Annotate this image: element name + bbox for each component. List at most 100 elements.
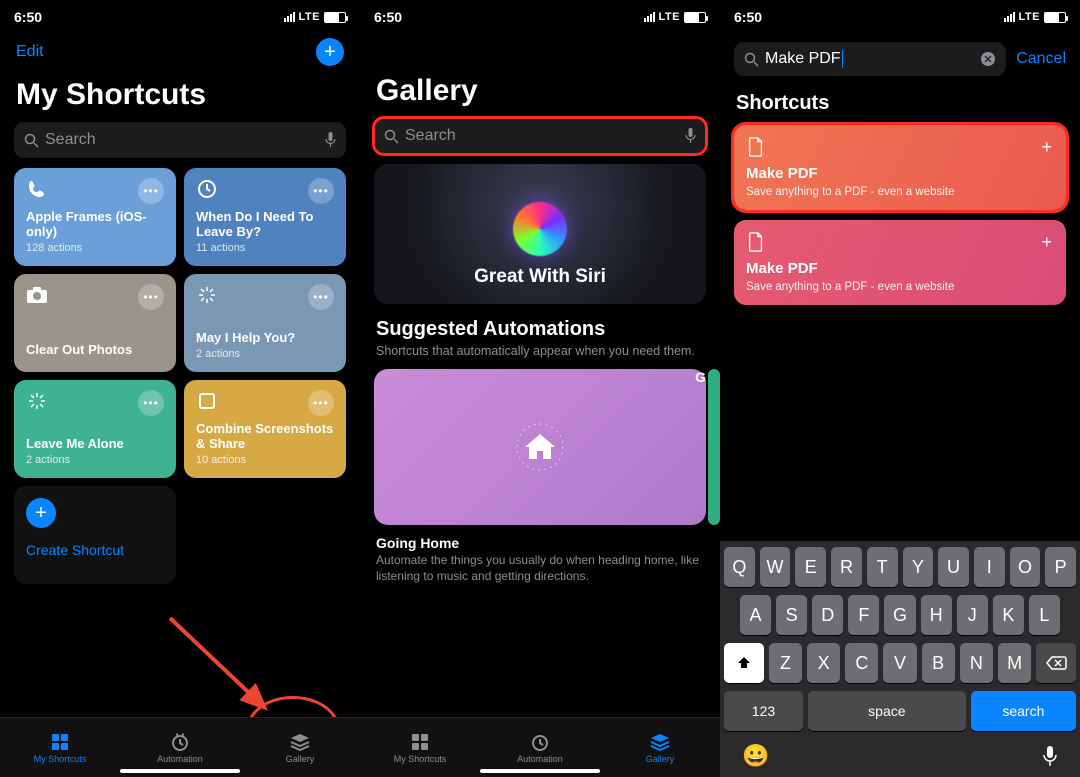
tile-menu-icon[interactable]: •••	[308, 284, 334, 310]
key-l[interactable]: L	[1029, 595, 1060, 635]
key-e[interactable]: E	[795, 547, 826, 587]
battery-icon	[1044, 12, 1066, 23]
emoji-button[interactable]: 😀	[742, 743, 769, 769]
mic-icon[interactable]	[325, 132, 336, 148]
key-x[interactable]: X	[807, 643, 840, 683]
key-u[interactable]: U	[938, 547, 969, 587]
tab-gallery[interactable]: Gallery	[240, 718, 360, 777]
key-d[interactable]: D	[812, 595, 843, 635]
tab-my-shortcuts[interactable]: My Shortcuts	[360, 718, 480, 777]
search-bar[interactable]: Make PDF	[734, 42, 1006, 76]
key-h[interactable]: H	[921, 595, 952, 635]
create-shortcut-tile[interactable]: + Create Shortcut	[14, 486, 176, 584]
cancel-button[interactable]: Cancel	[1016, 50, 1066, 68]
tab-my-shortcuts[interactable]: My Shortcuts	[0, 718, 120, 777]
automation-card-going-home[interactable]	[374, 369, 706, 525]
layers-icon	[649, 732, 671, 752]
key-numbers[interactable]: 123	[724, 691, 803, 731]
key-m[interactable]: M	[998, 643, 1031, 683]
edit-button[interactable]: Edit	[16, 43, 44, 61]
tab-gallery[interactable]: Gallery	[600, 718, 720, 777]
tile-menu-icon[interactable]: •••	[138, 178, 164, 204]
key-t[interactable]: T	[867, 547, 898, 587]
status-time: 6:50	[374, 9, 402, 25]
key-n[interactable]: N	[960, 643, 993, 683]
tab-label: Automation	[517, 754, 563, 764]
tile-name: Apple Frames (iOS-only)	[26, 209, 164, 240]
key-row: Z X C V B N M	[724, 643, 1076, 683]
shortcut-tile[interactable]: ••• May I Help You?2 actions	[184, 274, 346, 372]
search-bar[interactable]	[14, 122, 346, 158]
page-title: My Shortcuts	[0, 72, 360, 122]
key-j[interactable]: J	[957, 595, 988, 635]
add-shortcut-button[interactable]: +	[316, 38, 344, 66]
pane-search-results: 6:50 LTE Make PDF Cancel Shortcuts + Mak…	[720, 0, 1080, 777]
search-result[interactable]: + Make PDF Save anything to a PDF - even…	[734, 125, 1066, 210]
key-g[interactable]: G	[884, 595, 915, 635]
shortcut-tile[interactable]: ••• Combine Screenshots & Share10 action…	[184, 380, 346, 478]
key-v[interactable]: V	[883, 643, 916, 683]
result-title: Make PDF	[746, 165, 1054, 182]
spark-icon	[196, 284, 218, 306]
tile-menu-icon[interactable]: •••	[138, 390, 164, 416]
signal-icon	[284, 12, 295, 22]
key-r[interactable]: R	[831, 547, 862, 587]
key-w[interactable]: W	[760, 547, 791, 587]
key-delete[interactable]	[1036, 643, 1076, 683]
key-i[interactable]: I	[974, 547, 1005, 587]
key-b[interactable]: B	[922, 643, 955, 683]
clock-icon	[170, 732, 190, 752]
key-k[interactable]: K	[993, 595, 1024, 635]
shortcut-tile[interactable]: ••• Leave Me Alone2 actions	[14, 380, 176, 478]
tab-bar: My Shortcuts Automation Gallery	[0, 717, 360, 777]
key-a[interactable]: A	[740, 595, 771, 635]
key-s[interactable]: S	[776, 595, 807, 635]
key-search[interactable]: search	[971, 691, 1076, 731]
search-input[interactable]: Make PDF	[765, 50, 843, 68]
key-q[interactable]: Q	[724, 547, 755, 587]
document-icon	[746, 137, 766, 157]
shortcut-tile[interactable]: ••• When Do I Need To Leave By?11 action…	[184, 168, 346, 266]
nav-row: Edit +	[0, 34, 360, 72]
square-icon	[196, 390, 218, 412]
add-shortcut-icon[interactable]: +	[1041, 232, 1052, 253]
key-space[interactable]: space	[808, 691, 966, 731]
home-indicator[interactable]	[120, 769, 240, 773]
tile-menu-icon[interactable]: •••	[308, 390, 334, 416]
peek-card-initial: G	[695, 369, 706, 385]
battery-icon	[324, 12, 346, 23]
key-f[interactable]: F	[848, 595, 879, 635]
create-shortcut-label: Create Shortcut	[26, 542, 164, 558]
key-o[interactable]: O	[1010, 547, 1041, 587]
siri-icon	[513, 202, 567, 256]
dictation-button[interactable]	[1042, 745, 1058, 767]
shortcut-tile[interactable]: ••• Apple Frames (iOS-only)128 actions	[14, 168, 176, 266]
key-z[interactable]: Z	[769, 643, 802, 683]
hero-great-with-siri[interactable]: Great With Siri	[374, 164, 706, 304]
tile-name: When Do I Need To Leave By?	[196, 209, 334, 240]
annotation-arrow	[160, 608, 290, 728]
key-shift[interactable]	[724, 643, 764, 683]
home-indicator[interactable]	[480, 769, 600, 773]
search-input[interactable]	[45, 131, 319, 149]
section-header: Shortcuts	[720, 82, 1080, 125]
phone-icon	[26, 178, 48, 200]
card-description: Automate the things you usually do when …	[360, 553, 720, 592]
search-bar[interactable]	[374, 118, 706, 154]
search-result[interactable]: + Make PDF Save anything to a PDF - even…	[734, 220, 1066, 305]
tile-sub: 2 actions	[26, 454, 164, 466]
status-right: LTE	[1004, 11, 1066, 23]
section-subtitle: Shortcuts that automatically appear when…	[360, 341, 720, 369]
mic-icon[interactable]	[685, 128, 696, 144]
key-p[interactable]: P	[1045, 547, 1076, 587]
search-input[interactable]	[405, 127, 679, 145]
tile-menu-icon[interactable]: •••	[308, 178, 334, 204]
add-shortcut-icon[interactable]: +	[1041, 137, 1052, 158]
tile-menu-icon[interactable]: •••	[138, 284, 164, 310]
key-c[interactable]: C	[845, 643, 878, 683]
document-icon	[746, 232, 766, 252]
clear-icon[interactable]	[980, 51, 996, 67]
search-icon	[744, 52, 759, 67]
shortcut-tile[interactable]: ••• Clear Out Photos	[14, 274, 176, 372]
key-y[interactable]: Y	[903, 547, 934, 587]
